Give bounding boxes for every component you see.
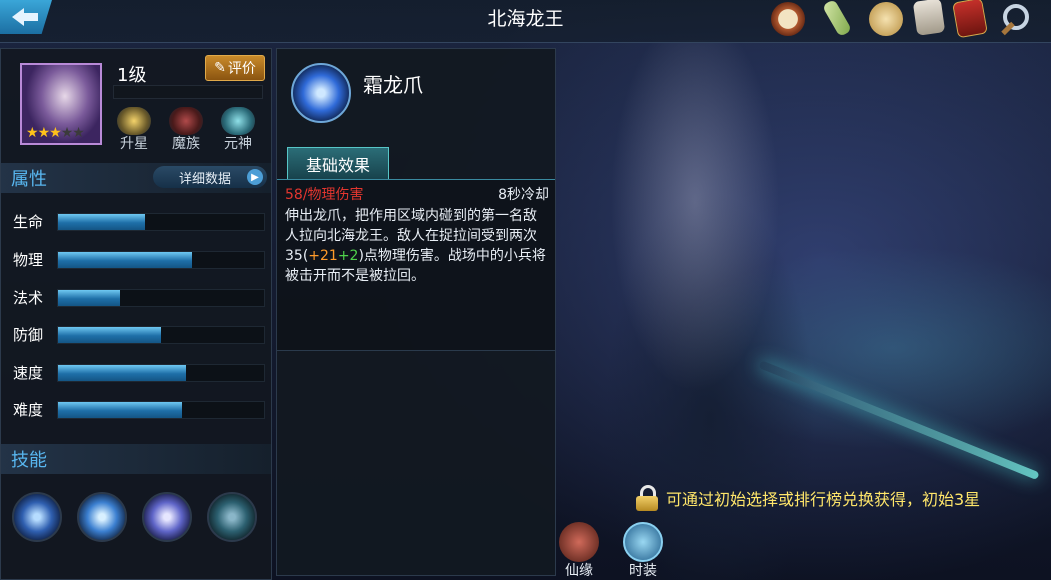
hero-level: 1级 <box>117 65 147 86</box>
star-icon: ★ <box>49 125 62 141</box>
stat-fill <box>58 402 182 418</box>
star-icon: ★ <box>37 125 51 141</box>
edit-icon: ✎ <box>214 60 226 76</box>
stat-track <box>57 326 265 344</box>
bonus-value-green: +2 <box>337 248 359 264</box>
skill-slot-1[interactable] <box>12 492 62 542</box>
skill-description-box: 58/物理伤害 8秒冷却 伸出龙爪，把作用区域内碰到的第一名敌人拉向北海龙王。敌… <box>277 179 555 351</box>
stat-row: 速度 <box>11 362 267 382</box>
demon-race-label: 魔族 <box>172 136 200 152</box>
attributes-header: 属性 详细数据 ▶ <box>1 163 271 193</box>
stat-row: 难度 <box>11 399 267 419</box>
attributes-heading: 属性 <box>11 169 47 190</box>
scroll-icon[interactable] <box>821 0 853 38</box>
stat-fill <box>58 327 161 343</box>
skill-detail-panel: 霜龙爪 基础效果 58/物理伤害 8秒冷却 伸出龙爪，把作用区域内碰到的第一名敌… <box>276 48 556 576</box>
bottom-tabs: 仙缘 时装 <box>556 522 666 580</box>
demon-icon <box>169 107 203 135</box>
lock-icon <box>636 485 658 511</box>
skill-slot-3[interactable] <box>142 492 192 542</box>
skill-slot-2[interactable] <box>77 492 127 542</box>
stat-fill <box>58 290 120 306</box>
stat-name: 生命 <box>13 213 44 231</box>
stat-row: 生命 <box>11 211 267 231</box>
search-icon[interactable] <box>997 0 1037 38</box>
stat-track <box>57 213 265 231</box>
star-upgrade-icon <box>117 107 151 135</box>
bonus-value-orange: +21 <box>308 248 338 264</box>
fate-icon <box>559 522 599 562</box>
stat-name: 法术 <box>13 289 44 307</box>
star-rating: ★★★★★ <box>26 125 85 141</box>
cooldown: 8秒冷却 <box>498 187 549 203</box>
costume-icon <box>623 522 663 562</box>
detail-data-button[interactable]: 详细数据 ▶ <box>153 166 267 188</box>
top-bar: 北海龙王 <box>0 0 1051 43</box>
skills-heading: 技能 <box>11 450 47 471</box>
stat-row: 法术 <box>11 287 267 307</box>
skills-header: 技能 <box>1 444 271 474</box>
tab-basic-effect[interactable]: 基础效果 <box>287 147 389 180</box>
star-icon: ★ <box>72 125 85 141</box>
stat-fill <box>58 252 192 268</box>
skill-list <box>12 492 257 542</box>
star-icon: ★ <box>26 125 39 141</box>
tab-costume-label: 时装 <box>629 563 657 579</box>
soul-label: 元神 <box>224 136 252 152</box>
soul-button[interactable]: 元神 <box>217 107 259 152</box>
stat-fill <box>58 214 145 230</box>
skill-slot-4[interactable] <box>207 492 257 542</box>
exp-bar <box>113 85 263 99</box>
stat-track <box>57 364 265 382</box>
stat-track <box>57 401 265 419</box>
tab-fate[interactable]: 仙缘 <box>556 522 602 580</box>
skill-description: 伸出龙爪，把作用区域内碰到的第一名敌人拉向北海龙王。敌人在捉拉间受到两次35(+… <box>285 206 547 286</box>
unlock-text: 可通过初始选择或排行榜兑换获得，初始3星 <box>666 490 981 509</box>
stat-fill <box>58 365 186 381</box>
damage-type: 58/物理伤害 <box>285 187 364 203</box>
arrow-right-icon: ▶ <box>247 169 263 185</box>
rate-button[interactable]: ✎ 评价 <box>205 55 265 81</box>
upgrade-star-label: 升星 <box>120 136 148 152</box>
stat-name: 物理 <box>13 251 44 269</box>
star-icon: ★ <box>60 125 74 141</box>
demon-race-button[interactable]: 魔族 <box>165 107 207 152</box>
skill-icon <box>291 63 351 123</box>
upgrade-star-button[interactable]: 升星 <box>113 107 155 152</box>
book-icon[interactable] <box>952 0 988 39</box>
hero-portrait[interactable]: ★★★★★ <box>20 63 102 145</box>
skill-name: 霜龙爪 <box>363 73 423 97</box>
stat-row: 防御 <box>11 324 267 344</box>
stat-name: 速度 <box>13 364 44 382</box>
stat-track <box>57 251 265 269</box>
rate-label: 评价 <box>227 61 256 77</box>
soul-icon <box>221 107 255 135</box>
stat-row: 物理 <box>11 249 267 269</box>
stat-name: 难度 <box>13 401 44 419</box>
event-icon[interactable] <box>771 2 805 36</box>
coin-icon[interactable] <box>869 2 903 36</box>
tab-costume[interactable]: 时装 <box>620 522 666 580</box>
tab-fate-label: 仙缘 <box>565 563 593 579</box>
unlock-hint: 可通过初始选择或排行榜兑换获得，初始3星 <box>636 484 980 512</box>
stat-name: 防御 <box>13 326 44 344</box>
notice-icon[interactable] <box>912 0 946 36</box>
stat-track <box>57 289 265 307</box>
detail-data-label: 详细数据 <box>179 171 232 187</box>
